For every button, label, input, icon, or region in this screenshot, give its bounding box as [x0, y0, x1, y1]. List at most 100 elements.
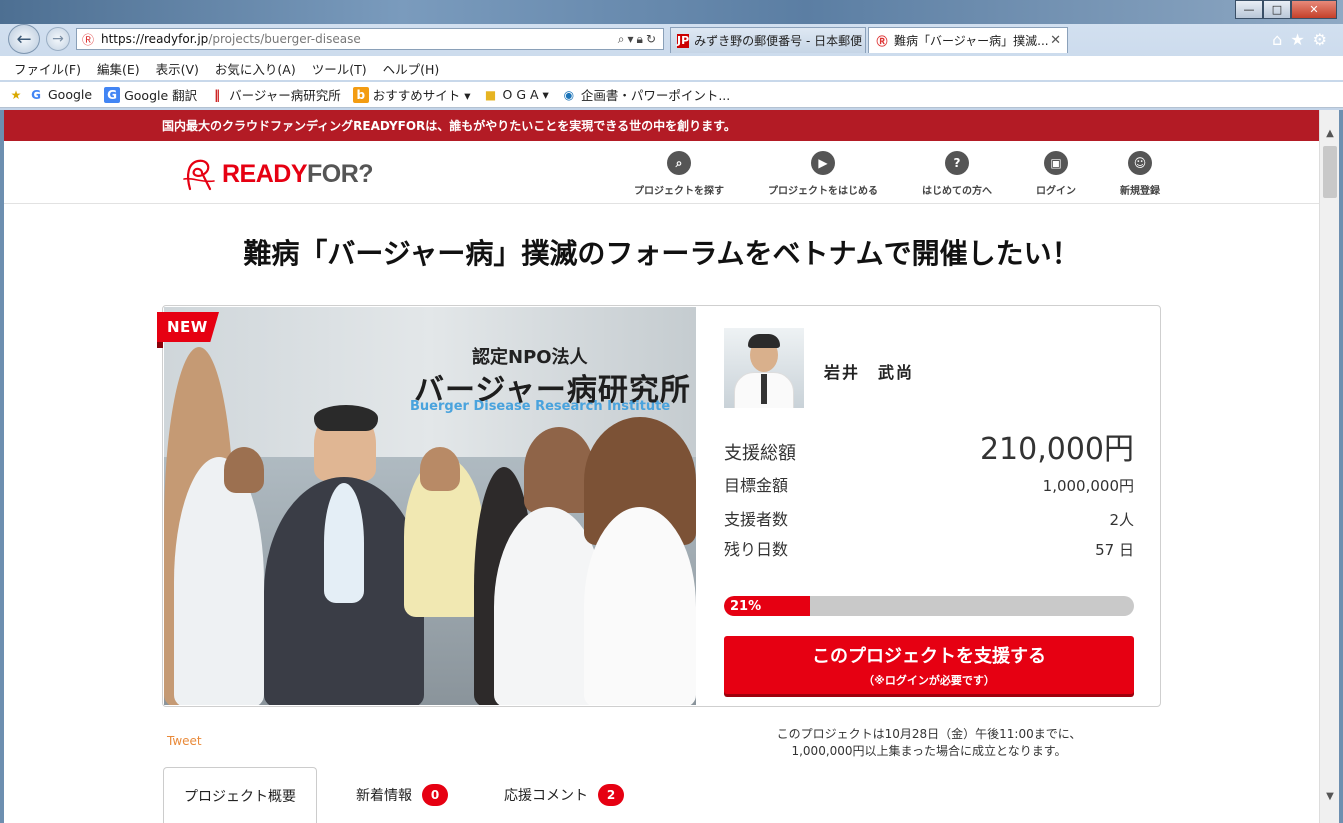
lock-icon[interactable]: 🔒︎: [637, 32, 646, 46]
nav-first-time[interactable]: ? はじめての方へ: [922, 151, 992, 197]
owner-name[interactable]: 岩井 武尚: [824, 359, 914, 383]
favorite-oga[interactable]: ■ O G A ▾: [483, 87, 549, 103]
forward-button[interactable]: →: [46, 27, 70, 51]
nav-register[interactable]: ☺ 新規登録: [1120, 151, 1160, 197]
tab-label: 難病「バージャー病」撲滅...: [894, 34, 1049, 48]
google-icon: G: [31, 87, 41, 102]
maximize-button[interactable]: □: [1263, 0, 1291, 19]
stat-value: 57 日: [1095, 541, 1134, 559]
scroll-up-icon[interactable]: ▲: [1320, 124, 1340, 142]
star-icon[interactable]: ★: [1290, 30, 1312, 49]
support-button-note: （※ログインが必要です）: [863, 674, 995, 687]
lock-icon: ▣: [1044, 151, 1068, 175]
site-favicon-icon: Ⓡ: [81, 32, 94, 47]
owner-avatar[interactable]: [724, 328, 804, 408]
tab-overview[interactable]: プロジェクト概要: [163, 767, 317, 823]
favorite-label: 企画書・パワーポイント...: [580, 88, 731, 103]
favorite-label: Google 翻訳: [124, 88, 198, 103]
support-project-button[interactable]: このプロジェクトを支援する （※ログインが必要です）: [724, 636, 1134, 694]
browser-tab-1[interactable]: JP みずき野の郵便番号 - 日本郵便: [670, 27, 866, 53]
funding-progress-bar: 21%: [724, 596, 1134, 616]
comments-count-badge: 2: [598, 784, 624, 806]
play-icon: ▶: [811, 151, 835, 175]
nav-find-projects[interactable]: ⌕ プロジェクトを探す: [634, 151, 724, 197]
menu-favorites[interactable]: お気に入り(A): [215, 59, 296, 78]
menu-bar: ファイル(F) 編集(E) 表示(V) お気に入り(A) ツール(T) ヘルプ(…: [0, 56, 1343, 80]
menu-view[interactable]: 表示(V): [156, 59, 199, 78]
stat-value: 2人: [1109, 511, 1134, 529]
favorite-google[interactable]: G Google: [28, 87, 92, 103]
close-tab-icon[interactable]: ✕: [1050, 33, 1061, 48]
url-host: https://readyfor.jp: [101, 32, 209, 46]
menu-file[interactable]: ファイル(F): [14, 59, 81, 78]
funding-notice: このプロジェクトは10月28日（金）午後11:00までに、 1,000,000円…: [776, 727, 1082, 758]
page-scrollbar[interactable]: ▲ ▼: [1319, 110, 1339, 823]
favorite-powerpoint[interactable]: ◉ 企画書・パワーポイント...: [561, 85, 731, 104]
favorite-label: O G A ▾: [502, 87, 549, 102]
stat-goal: 目標金額 1,000,000円: [724, 472, 1134, 496]
page-viewport: 国内最大のクラウドファンディングREADYFORは、誰もがやりたいことを実現でき…: [4, 110, 1319, 823]
tab-label: 新着情報: [356, 788, 412, 804]
back-button[interactable]: ←: [8, 24, 40, 54]
address-bar-icons: ⌕▾🔒︎↻: [618, 32, 659, 47]
close-window-button[interactable]: ✕: [1291, 0, 1337, 19]
site-header: READYFOR? ⌕ プロジェクトを探す ▶ プロジェクトをはじめる ? はじ…: [4, 141, 1319, 204]
stat-backers: 支援者数 2人: [724, 506, 1134, 530]
user-icon: ☺: [1128, 151, 1152, 175]
refresh-icon[interactable]: ↻: [646, 32, 659, 46]
dropdown-icon[interactable]: ▾: [628, 32, 637, 46]
minimize-button[interactable]: —: [1235, 0, 1263, 19]
new-badge: NEW: [157, 312, 219, 342]
search-icon[interactable]: ⌕: [618, 32, 628, 46]
project-title: 難病「バージャー病」撲滅のフォーラムをベトナムで開催したい！: [243, 237, 1080, 270]
news-count-badge: 0: [422, 784, 448, 806]
tab-comments[interactable]: 応援コメント 2: [504, 767, 624, 823]
logo-mark-icon: [180, 155, 220, 193]
gear-icon[interactable]: ⚙: [1313, 30, 1335, 49]
tab-label: 応援コメント: [504, 788, 588, 804]
scroll-thumb[interactable]: [1323, 146, 1337, 198]
menu-help[interactable]: ヘルプ(H): [383, 59, 440, 78]
favorites-bar: ★ G Google G Google 翻訳 ‖ バージャー病研究所 b おすすめサイト…: [0, 82, 1343, 108]
stat-label: 支援者数: [724, 510, 789, 529]
window-controls: — □ ✕: [1235, 0, 1337, 19]
question-icon: ?: [945, 151, 969, 175]
favorite-recommended[interactable]: b おすすめサイト ▾: [352, 85, 471, 104]
menu-edit[interactable]: 編集(E): [97, 59, 140, 78]
nav-login[interactable]: ▣ ログイン: [1036, 151, 1076, 197]
url-path: /projects/buerger-disease: [208, 32, 361, 46]
translate-icon: G: [104, 86, 121, 103]
scroll-down-icon[interactable]: ▼: [1320, 787, 1340, 805]
project-card: 認定NPO法人 バージャー病研究所 Buerger Disease Resear…: [157, 305, 1161, 707]
favorite-buerger-institute[interactable]: ‖ バージャー病研究所: [209, 85, 341, 104]
project-photo: 認定NPO法人 バージャー病研究所 Buerger Disease Resear…: [164, 307, 696, 705]
arrow-left-icon: ←: [16, 28, 32, 50]
stat-label: 目標金額: [724, 476, 789, 495]
nav-label: プロジェクトを探す: [634, 186, 724, 197]
stat-value: 210,000円: [979, 432, 1134, 467]
stat-label: 残り日数: [724, 540, 789, 559]
browser-tab-2[interactable]: Ⓡ 難病「バージャー病」撲滅... ✕: [868, 27, 1068, 53]
menu-tools[interactable]: ツール(T): [312, 59, 367, 78]
readyfor-favicon-icon: Ⓡ: [876, 34, 888, 48]
nav-label: はじめての方へ: [922, 186, 992, 197]
tab-news[interactable]: 新着情報 0: [356, 767, 448, 823]
browser-chrome: — □ ✕ ← → Ⓡ https://readyfor.jp/projects…: [0, 0, 1343, 110]
nav-label: プロジェクトをはじめる: [768, 186, 878, 197]
recommended-icon: b: [352, 86, 369, 103]
support-button-label: このプロジェクトを支援する: [812, 646, 1046, 667]
arrow-right-icon: →: [52, 31, 64, 47]
address-bar[interactable]: Ⓡ https://readyfor.jp/projects/buerger-d…: [76, 28, 664, 50]
home-icon[interactable]: ⌂: [1272, 30, 1290, 49]
photo-sign-line3: Buerger Disease Research Institute: [410, 399, 671, 414]
search-icon: ⌕: [667, 151, 691, 175]
favorite-google-translate[interactable]: G Google 翻訳: [104, 85, 197, 104]
readyfor-logo[interactable]: READYFOR?: [180, 155, 374, 193]
nav-start-project[interactable]: ▶ プロジェクトをはじめる: [768, 151, 878, 197]
nav-label: 新規登録: [1120, 186, 1160, 197]
favorite-label: Google: [48, 87, 93, 102]
tweet-link[interactable]: Tweet: [167, 734, 202, 748]
project-tabs: プロジェクト概要 新着情報 0 応援コメント 2: [162, 767, 1161, 823]
favorites-star-icon[interactable]: ★: [8, 87, 24, 103]
top-banner: 国内最大のクラウドファンディングREADYFORは、誰もがやりたいことを実現でき…: [4, 110, 1319, 141]
